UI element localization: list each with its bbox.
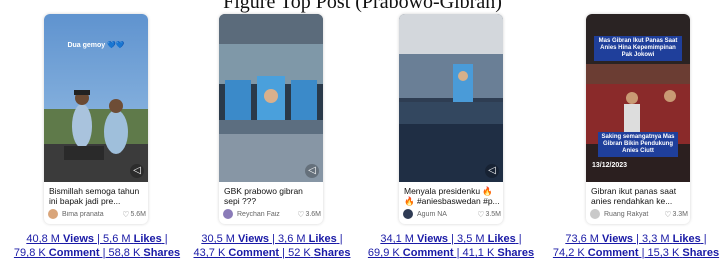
tiktok-card-2[interactable]: ◁ GBK prabowo gibran sepi ??? Reychan Fa… xyxy=(219,14,323,224)
stats-line[interactable]: 30,5 M Views | 3,6 M Likes | xyxy=(201,233,342,245)
heart-outline-icon: ♡ xyxy=(477,209,485,219)
post-stats-1[interactable]: 40,8 M Views | 5,6 M Likes | 79,8 K Comm… xyxy=(12,232,182,260)
video-caption: GBK prabowo gibran sepi ??? xyxy=(224,186,303,206)
video-overlay-subtext: Saking semangatnya Mas Gibran Bikin Pend… xyxy=(598,132,678,157)
video-overlay-text: Dua gemoy 💙💙 xyxy=(67,42,125,49)
tiktok-card-4[interactable]: Mas Gibran Ikut Panas Saat Anies Hina Ke… xyxy=(586,14,690,224)
like-count: 3.3M xyxy=(672,210,688,218)
video-caption: Menyala presidenku 🔥 🔥 #aniesbaswedan #p… xyxy=(404,186,500,206)
post-stats-4[interactable]: 73,6 M Views | 3,3 M Likes | 74,2 K Comm… xyxy=(551,232,721,260)
video-meta: Bima pranata ♡ 5.6M xyxy=(48,208,146,220)
post-stats-2[interactable]: 30,5 M Views | 3,6 M Likes | 43,7 K Comm… xyxy=(187,232,357,260)
video-meta: Reychan Faiz ♡ 3.6M xyxy=(223,208,321,220)
video-caption: Bismillah semoga tahun ini bapak jadi pr… xyxy=(49,186,140,206)
tiktok-card-3[interactable]: ◁ Menyala presidenku 🔥 🔥 #aniesbaswedan … xyxy=(399,14,503,224)
stats-line[interactable]: 79,8 K Comment | 58,8 K Shares xyxy=(14,247,180,259)
tiktok-card-1[interactable]: Dua gemoy 💙💙 ◁ Bismillah semoga tahun in… xyxy=(44,14,148,224)
heart-outline-icon: ♡ xyxy=(664,209,672,219)
like-count: 3.6M xyxy=(305,210,321,218)
speaker-mute-icon[interactable]: ◁ xyxy=(130,164,144,178)
stats-line[interactable]: 74,2 K Comment | 15,3 K Shares xyxy=(553,247,719,259)
stats-line[interactable]: 34,1 M Views | 3,5 M Likes | xyxy=(380,233,521,245)
video-overlay-date: 13/12/2023 xyxy=(592,162,628,169)
avatar[interactable] xyxy=(48,209,58,219)
author-name[interactable]: Ruang Rakyat xyxy=(604,211,664,218)
video-thumbnail[interactable]: Mas Gibran Ikut Panas Saat Anies Hina Ke… xyxy=(586,14,690,182)
post-stats-3[interactable]: 34,1 M Views | 3,5 M Likes | 69,9 K Comm… xyxy=(366,232,536,260)
speaker-mute-icon[interactable]: ◁ xyxy=(305,164,319,178)
video-caption: Gibran ikut panas saat anies rendahkan k… xyxy=(591,186,677,206)
video-meta: Ruang Rakyat ♡ 3.3M xyxy=(590,208,688,220)
like-count: 5.6M xyxy=(130,210,146,218)
author-name[interactable]: Agum NA xyxy=(417,211,477,218)
video-thumbnail[interactable]: ◁ xyxy=(219,14,323,182)
stats-line[interactable]: 40,8 M Views | 5,6 M Likes | xyxy=(26,233,167,245)
video-meta: Agum NA ♡ 3.5M xyxy=(403,208,501,220)
video-overlay-headline: Mas Gibran Ikut Panas Saat Anies Hina Ke… xyxy=(594,36,682,61)
like-count: 3.5M xyxy=(485,210,501,218)
stats-line[interactable]: 43,7 K Comment | 52 K Shares xyxy=(194,247,351,259)
avatar[interactable] xyxy=(403,209,413,219)
heart-outline-icon: ♡ xyxy=(297,209,305,219)
video-thumbnail[interactable]: Dua gemoy 💙💙 ◁ xyxy=(44,14,148,182)
stats-line[interactable]: 73,6 M Views | 3,3 M Likes | xyxy=(565,233,706,245)
speaker-mute-icon[interactable]: ◁ xyxy=(485,164,499,178)
author-name[interactable]: Bima pranata xyxy=(62,211,122,218)
stats-line[interactable]: 69,9 K Comment | 41,1 K Shares xyxy=(368,247,534,259)
avatar[interactable] xyxy=(223,209,233,219)
heart-outline-icon: ♡ xyxy=(122,209,130,219)
author-name[interactable]: Reychan Faiz xyxy=(237,211,297,218)
video-thumbnail[interactable]: ◁ xyxy=(399,14,503,182)
avatar[interactable] xyxy=(590,209,600,219)
figure-title: Figure Top Post (Prabowo-Gibran) xyxy=(223,0,502,13)
